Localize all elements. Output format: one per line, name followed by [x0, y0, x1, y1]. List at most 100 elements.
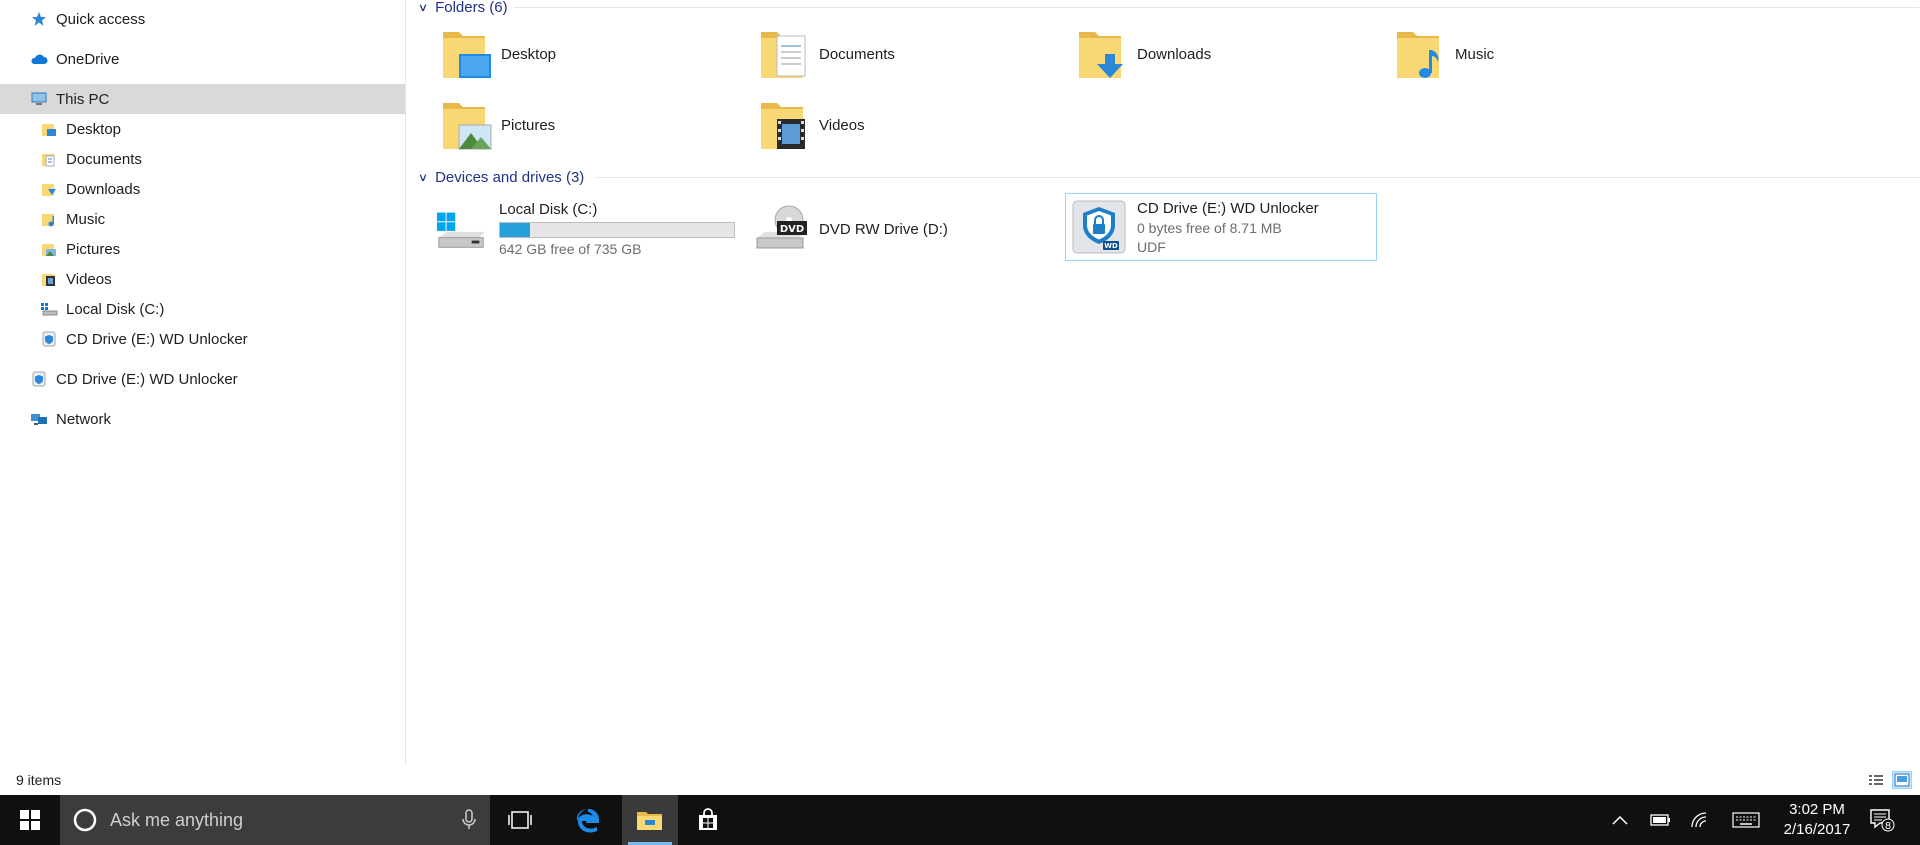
- folders-group-title: Folders (6): [435, 0, 508, 16]
- microphone-icon[interactable]: [462, 809, 476, 831]
- drive-tile-local-disk-c[interactable]: Local Disk (C:) 642 GB free of 735 GB: [435, 196, 735, 262]
- cloud-icon: [30, 50, 48, 68]
- folder-tile-desktop[interactable]: Desktop: [441, 26, 556, 82]
- cd-drive-icon: [40, 330, 58, 348]
- folder-tile-videos[interactable]: Videos: [759, 97, 865, 153]
- nav-item-label: CD Drive (E:) WD Unlocker: [66, 330, 248, 348]
- desktop-folder-icon: [40, 120, 58, 138]
- pictures-folder-icon: [443, 103, 492, 150]
- edge-icon: [576, 809, 599, 833]
- nav-item-music[interactable]: Music: [0, 204, 405, 234]
- cortana-search-box[interactable]: Ask me anything: [60, 795, 490, 845]
- drives-group-title: Devices and drives (3): [435, 168, 585, 186]
- folder-label: Desktop: [501, 45, 557, 63]
- details-view-icon: [1869, 775, 1883, 785]
- start-button[interactable]: [0, 795, 60, 845]
- view-switcher: [1866, 771, 1912, 789]
- clock-date: 2/16/2017: [1783, 821, 1851, 838]
- folder-label: Documents: [819, 45, 895, 63]
- pictures-folder-icon: [40, 240, 58, 258]
- videos-folder-icon: [40, 270, 58, 288]
- cd-drive-icon: [30, 370, 48, 388]
- folder-label: Music: [1455, 45, 1495, 63]
- chevron-up-icon: [1612, 815, 1628, 825]
- folders-group-header[interactable]: ∨ Folders (6): [417, 0, 1919, 17]
- nav-item-downloads[interactable]: Downloads: [0, 174, 405, 204]
- network-icon: [30, 410, 48, 428]
- touch-keyboard-button[interactable]: [1728, 795, 1764, 845]
- nav-item-label: This PC: [56, 90, 110, 108]
- downloads-folder-icon: [40, 180, 58, 198]
- battery-tray-button[interactable]: [1646, 795, 1674, 845]
- drive-usage-fill: [500, 223, 531, 237]
- clock[interactable]: 3:02 PM 2/16/2017: [1772, 800, 1862, 840]
- action-center-button[interactable]: 8: [1862, 795, 1902, 845]
- folder-tile-music[interactable]: Music: [1395, 26, 1494, 82]
- nav-item-local-disk-c[interactable]: Local Disk (C:): [0, 294, 405, 324]
- large-icons-view-button[interactable]: [1892, 771, 1912, 789]
- windows-logo-icon: [20, 810, 40, 830]
- edge-taskbar-button[interactable]: [560, 795, 616, 845]
- drive-free-space: 0 bytes free of 8.71 MB: [1137, 219, 1282, 236]
- nav-item-cd-drive-e[interactable]: CD Drive (E:) WD Unlocker: [0, 324, 405, 354]
- show-hidden-icons-button[interactable]: [1606, 795, 1634, 845]
- local-disk-icon: [436, 212, 486, 248]
- nav-item-this-pc[interactable]: This PC: [0, 84, 405, 114]
- drive-name: CD Drive (E:) WD Unlocker: [1137, 199, 1319, 217]
- wifi-icon: [1691, 812, 1707, 828]
- network-tray-button[interactable]: [1686, 795, 1714, 845]
- store-taskbar-button[interactable]: [684, 795, 732, 845]
- task-view-icon: [508, 811, 532, 829]
- folder-label: Downloads: [1137, 45, 1212, 63]
- nav-item-label: Music: [66, 210, 106, 228]
- drive-name: DVD RW Drive (D:): [819, 220, 948, 238]
- drive-tile-dvd-rw-d[interactable]: DVD DVD RW Drive (D:): [753, 196, 1053, 262]
- drive-filesystem: UDF: [1137, 238, 1166, 255]
- nav-item-onedrive[interactable]: OneDrive: [0, 44, 405, 74]
- group-divider: [595, 177, 1919, 178]
- details-view-button[interactable]: [1866, 771, 1886, 789]
- local-disk-icon: [40, 300, 58, 318]
- battery-icon: [1650, 814, 1670, 826]
- drives-group-header[interactable]: ∨ Devices and drives (3): [417, 167, 1919, 187]
- downloads-folder-icon: [1079, 32, 1123, 78]
- drive-usage-bar: [499, 222, 735, 238]
- status-bar: 9 items: [0, 765, 1920, 795]
- nav-item-label: OneDrive: [56, 50, 120, 68]
- nav-item-quick-access[interactable]: Quick access: [0, 4, 405, 34]
- nav-item-pictures[interactable]: Pictures: [0, 234, 405, 264]
- folder-tile-downloads[interactable]: Downloads: [1077, 26, 1211, 82]
- nav-item-videos[interactable]: Videos: [0, 264, 405, 294]
- notification-count: 8: [1885, 821, 1891, 832]
- nav-item-desktop[interactable]: Desktop: [0, 114, 405, 144]
- folder-tile-documents[interactable]: Documents: [759, 26, 895, 82]
- chevron-down-icon: ∨: [417, 171, 429, 184]
- computer-icon: [30, 90, 48, 108]
- drive-name: Local Disk (C:): [499, 201, 598, 218]
- nav-item-cd-drive-e-root[interactable]: CD Drive (E:) WD Unlocker: [0, 364, 405, 394]
- drive-info: CD Drive (E:) WD Unlocker 0 bytes free o…: [1137, 200, 1319, 255]
- music-folder-icon: [1397, 32, 1439, 78]
- drive-tile-cd-drive-e[interactable]: WD CD Drive (E:) WD Unlocker 0 bytes fre…: [1065, 193, 1377, 261]
- task-view-button[interactable]: [496, 795, 544, 845]
- folder-tile-pictures[interactable]: Pictures: [441, 97, 555, 153]
- nav-item-network[interactable]: Network: [0, 404, 405, 434]
- chevron-down-icon: ∨: [417, 1, 429, 14]
- dvd-drive-icon: DVD: [756, 205, 807, 249]
- notification-icon: 8: [1870, 809, 1895, 832]
- dvd-badge-text: DVD: [780, 224, 804, 235]
- file-explorer-icon: [637, 812, 662, 830]
- file-explorer-taskbar-button[interactable]: [622, 795, 678, 845]
- large-icons-view-icon: [1894, 773, 1910, 787]
- file-explorer-window: Quick access OneDrive This PC Desktop Do…: [0, 0, 1920, 795]
- videos-folder-icon: [761, 103, 805, 149]
- content-pane: ∨ Folders (6) Desktop Documents Download…: [407, 0, 1920, 765]
- nav-item-documents[interactable]: Documents: [0, 144, 405, 174]
- documents-folder-icon: [40, 150, 58, 168]
- group-divider: [514, 7, 1919, 8]
- store-icon: [699, 808, 717, 830]
- search-placeholder: Ask me anything: [110, 809, 244, 830]
- folder-label: Pictures: [501, 116, 556, 134]
- folder-label: Videos: [819, 116, 865, 134]
- documents-folder-icon: [761, 32, 806, 78]
